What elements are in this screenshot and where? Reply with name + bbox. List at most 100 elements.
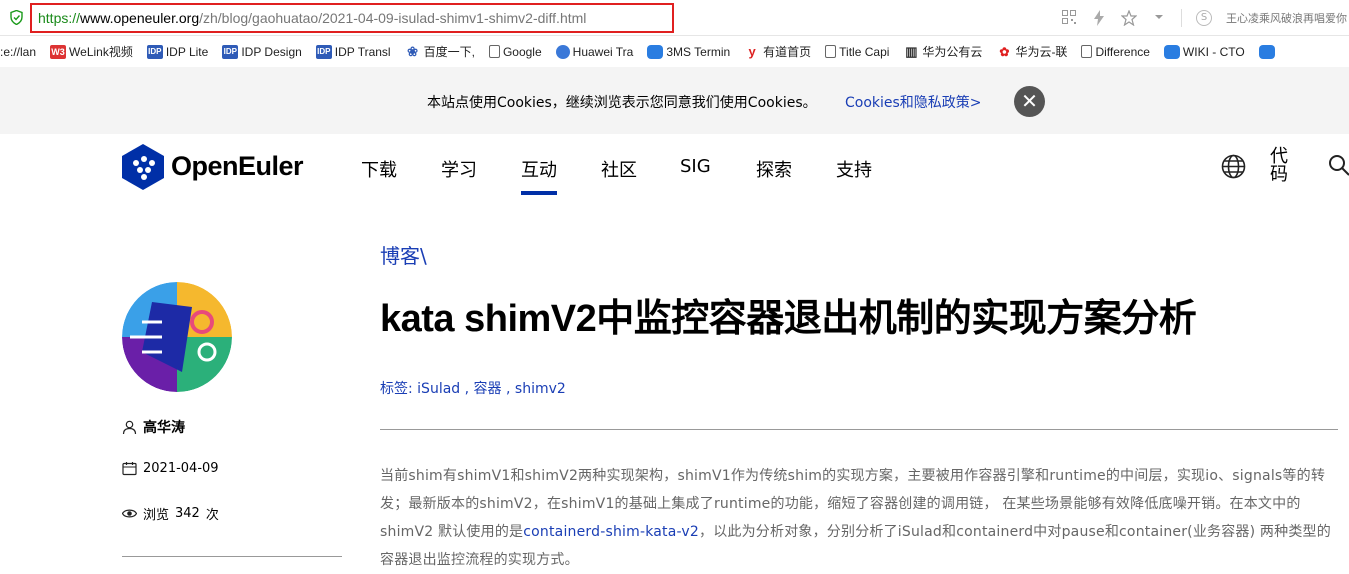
chevron-down-icon[interactable] [1151,10,1167,26]
containerd-shim-link[interactable]: containerd-shim-kata-v2 [523,524,699,540]
tag-list: 标签: iSulad , 容器 , shimv2 [380,381,566,397]
bookmark-label: Google [502,44,542,59]
bookmark-label: 3MS Termin [666,44,731,59]
calendar-icon [122,462,137,476]
author-row: 高华涛 [122,417,185,437]
bookmark-label: 百度一下, [423,45,475,59]
cloud-icon [1163,44,1180,59]
bookmark-label: Huawei Tra [572,44,634,59]
breadcrumb[interactable]: 博客\ [380,240,427,269]
star-icon[interactable] [1120,9,1138,27]
url-scheme: https:// [38,10,81,26]
cloud-icon [647,44,664,59]
bookmark-label: 华为公有云 [922,45,983,59]
idp-icon: IDP [315,44,332,59]
huawei-icon: ✿ [999,44,1010,59]
search-icon[interactable] [1328,154,1349,176]
cloud-icon [1258,44,1275,59]
bookmark-label: Title Capi [839,44,890,59]
logo-text[interactable]: OpenEuler [171,151,304,182]
secure-shield-icon [10,10,23,25]
article-body: 当前shim有shimV1和shimV2两种实现架构，shimV1作为传统shi… [380,462,1338,574]
views-row: 浏览 342 次 [122,504,219,523]
article-divider [380,429,1338,430]
bookmark-item[interactable]: Google [488,44,542,59]
bookmark-item[interactable]: ▥ 华为公有云 [903,43,982,60]
lang-switch[interactable]: 代码 [1270,148,1290,184]
bookmark-item[interactable]: IDP IDP Design [222,44,302,59]
sidebar-divider [122,556,342,557]
bookmark-label: WIKI - CTO [1182,44,1245,59]
bookmark-item[interactable]: Title Capi [825,45,889,59]
s-search-icon[interactable]: S [1196,10,1212,26]
bookmark-label: 华为云-联 [1015,45,1068,59]
user-icon [122,420,137,434]
url-host: www.openeuler.org [80,10,200,26]
tag-link[interactable]: shimv2 [515,381,566,397]
nav-active-indicator [521,191,557,195]
globe-icon[interactable] [1221,154,1246,179]
cookie-policy-link[interactable]: Cookies和隐私政策> [845,92,982,112]
bookmark-item[interactable]: ❀ 百度一下, [405,43,475,60]
bookmark-label: IDP Transl [334,44,391,59]
toolbar-divider [1181,9,1182,27]
openeuler-logo-icon[interactable] [120,143,166,191]
welink-icon: W3 [50,44,67,59]
close-icon[interactable]: ✕ [1014,86,1045,117]
nav-support[interactable]: 支持 [836,156,872,182]
views-suffix: 次 [205,508,219,523]
bookmarks-bar: :e://lan W3 WeLink视频 IDP IDP Lite IDP IDP D… [0,36,1349,67]
bookmark-item[interactable] [1258,44,1278,59]
extension-text[interactable]: 王心凌乘风破浪再唱爱你 [1226,10,1347,26]
bookmark-item[interactable]: 3MS Termin [647,44,731,59]
youdao-icon: y [748,43,756,59]
bookmark-item[interactable]: IDP IDP Lite [146,44,209,59]
bookmark-item[interactable]: y 有道首页 [744,43,812,60]
tag-link[interactable]: iSulad [417,381,460,397]
nav-interact[interactable]: 互动 [521,156,557,182]
globe-icon [555,44,570,59]
bookmark-item[interactable]: Huawei Tra [555,44,634,59]
site-header: OpenEuler 下载 学习 互动 社区 SIG 探索 支持 代码 [0,134,1349,204]
idp-icon: IDP [222,44,239,59]
cookie-banner: 本站点使用Cookies，继续浏览表示您同意我们使用Cookies。 Cooki… [0,67,1349,134]
nav-sig[interactable]: SIG [680,156,711,177]
bookmark-item[interactable]: WIKI - CTO [1163,44,1245,59]
bookmark-label: IDP Lite [165,44,209,59]
bookmark-label: WeLink视频 [69,45,133,59]
bookmark-item[interactable]: W3 WeLink视频 [50,43,133,60]
bookmark-label: :e://lan [0,44,37,59]
nav-community[interactable]: 社区 [601,156,637,182]
page-title: kata shimV2中监控容器退出机制的实现方案分析 [380,298,1197,340]
nav-learn[interactable]: 学习 [441,156,477,182]
avatar [122,282,232,392]
bookmark-item[interactable]: ✿ 华为云-联 [996,43,1067,60]
date-row: 2021-04-09 [122,461,219,476]
qr-code-icon[interactable] [1061,10,1077,26]
cookie-text: 本站点使用Cookies，继续浏览表示您同意我们使用Cookies。 [427,95,817,111]
paw-icon: ❀ [407,43,419,59]
page-icon [488,45,500,58]
bookmark-label: IDP Design [241,44,302,59]
book-icon: ▥ [905,43,918,59]
bookmark-label: 有道首页 [763,45,812,59]
tags-label: 标签: [380,381,413,397]
page-icon [1081,45,1093,58]
idp-icon: IDP [146,44,163,59]
views-count: 342 [175,506,200,521]
url-path: /zh/blog/gaohuatao/2021-04-09-isulad-shi… [199,10,587,26]
bolt-icon[interactable] [1091,10,1107,26]
author-name[interactable]: 高华涛 [143,417,185,437]
post-date: 2021-04-09 [143,461,219,476]
bookmark-item[interactable]: :e://lan [0,45,36,59]
nav-explore[interactable]: 探索 [756,156,792,182]
tag-link[interactable]: 容器 [474,381,502,397]
bookmark-item[interactable]: Difference [1081,44,1150,59]
address-bar: https://www.openeuler.org/zh/blog/gaohua… [0,0,1349,36]
bookmark-item[interactable]: IDP IDP Transl [315,44,391,59]
nav-download[interactable]: 下载 [361,156,397,182]
views-prefix: 浏览 [143,508,170,523]
url-input[interactable]: https://www.openeuler.org/zh/blog/gaohua… [30,3,674,33]
page-icon [825,45,837,58]
bookmark-label: Difference [1095,44,1150,59]
